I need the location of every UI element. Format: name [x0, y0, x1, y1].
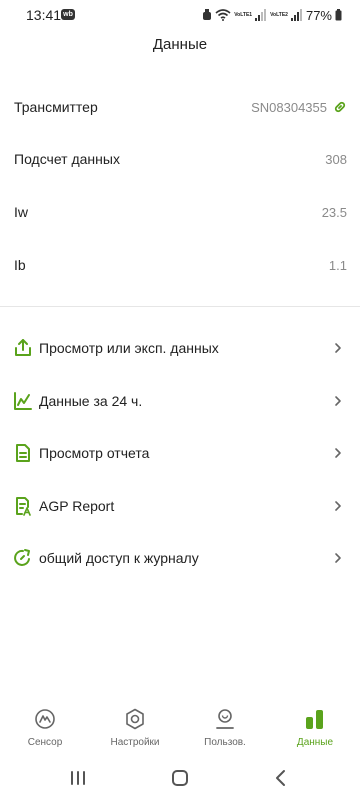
- chevron-right-icon: [335, 343, 341, 353]
- status-time: 13:41: [26, 7, 62, 23]
- agp-report-icon: [16, 497, 31, 516]
- line-chart-icon: [14, 392, 32, 410]
- data-count-label: Подсчет данных: [14, 151, 120, 167]
- data-count-value: 308: [325, 151, 347, 167]
- menu-item-export-data[interactable]: Просмотр или эксп. данных: [0, 328, 360, 368]
- transmitter-serial: SN08304355: [251, 99, 327, 115]
- section-divider: [0, 306, 360, 307]
- tab-user[interactable]: Пользов.: [185, 705, 265, 755]
- chevron-right-icon: [335, 396, 341, 406]
- status-bar: 13:41 wb VoLTE1 VoLTE2 77%: [0, 0, 360, 30]
- link-icon[interactable]: [333, 100, 347, 114]
- settings-icon: [126, 708, 144, 730]
- back-icon[interactable]: [266, 768, 296, 788]
- status-icons: VoLTE1 VoLTE2 77%: [202, 6, 342, 24]
- wifi-icon: [215, 9, 231, 21]
- home-icon[interactable]: [165, 768, 195, 788]
- menu-label-report: Просмотр отчета: [39, 445, 150, 461]
- export-icon: [15, 339, 31, 356]
- report-icon: [16, 444, 30, 462]
- ib-value: 1.1: [328, 257, 347, 273]
- chevron-right-icon: [335, 501, 341, 511]
- transmitter-label: Трансмиттер: [14, 99, 98, 115]
- iw-value: 23.5: [321, 204, 347, 220]
- user-icon: [216, 709, 234, 729]
- sensor-icon: [35, 709, 55, 729]
- iw-row: Iw 23.5: [14, 200, 347, 224]
- tab-label-sensor: Сенсор: [27, 737, 63, 748]
- tab-label-user: Пользов.: [204, 737, 246, 748]
- page-title: Данные: [152, 36, 208, 53]
- menu-item-24h-data[interactable]: Данные за 24 ч.: [0, 381, 360, 421]
- transmitter-row: Трансмиттер SN08304355: [14, 95, 347, 119]
- volte2-indicator: VoLTE2: [270, 12, 288, 18]
- alarm-icon: [203, 9, 212, 20]
- app-notification-icon: wb: [61, 9, 75, 20]
- data-count-row: Подсчет данных 308: [14, 147, 347, 171]
- menu-label-share: общий доступ к журналу: [39, 550, 199, 566]
- menu-label-agp: AGP Report: [39, 498, 115, 514]
- recent-apps-icon[interactable]: [63, 768, 93, 788]
- tab-sensor[interactable]: Сенсор: [5, 705, 85, 755]
- iw-label: Iw: [14, 204, 28, 220]
- tab-settings[interactable]: Настройки: [95, 705, 175, 755]
- share-log-icon: [14, 549, 30, 566]
- menu-label-24h: Данные за 24 ч.: [39, 393, 143, 409]
- bottom-tab-bar: Сенсор Настройки Пользов. Данные: [0, 705, 360, 755]
- battery-icon: [335, 9, 342, 21]
- signal-1-icon: [255, 9, 267, 21]
- transmitter-value-group: SN08304355: [251, 100, 347, 115]
- signal-2-icon: [290, 9, 302, 21]
- volte1-indicator: VoLTE1: [234, 12, 253, 18]
- menu-item-agp-report[interactable]: AGP Report: [0, 486, 360, 526]
- tab-data[interactable]: Данные: [275, 705, 355, 755]
- menu-item-share-log[interactable]: общий доступ к журналу: [0, 538, 360, 578]
- menu-label-export: Просмотр или эксп. данных: [39, 340, 219, 356]
- tab-label-settings: Настройки: [110, 737, 160, 748]
- ib-label: Ib: [14, 257, 26, 273]
- data-icon: [306, 710, 323, 729]
- chevron-right-icon: [335, 553, 341, 563]
- battery-percent: 77%: [305, 7, 332, 23]
- system-navigation-bar: [0, 760, 360, 800]
- menu-item-view-report[interactable]: Просмотр отчета: [0, 433, 360, 473]
- chevron-right-icon: [335, 448, 341, 458]
- tab-label-data: Данные: [296, 737, 334, 748]
- ib-row: Ib 1.1: [14, 253, 347, 277]
